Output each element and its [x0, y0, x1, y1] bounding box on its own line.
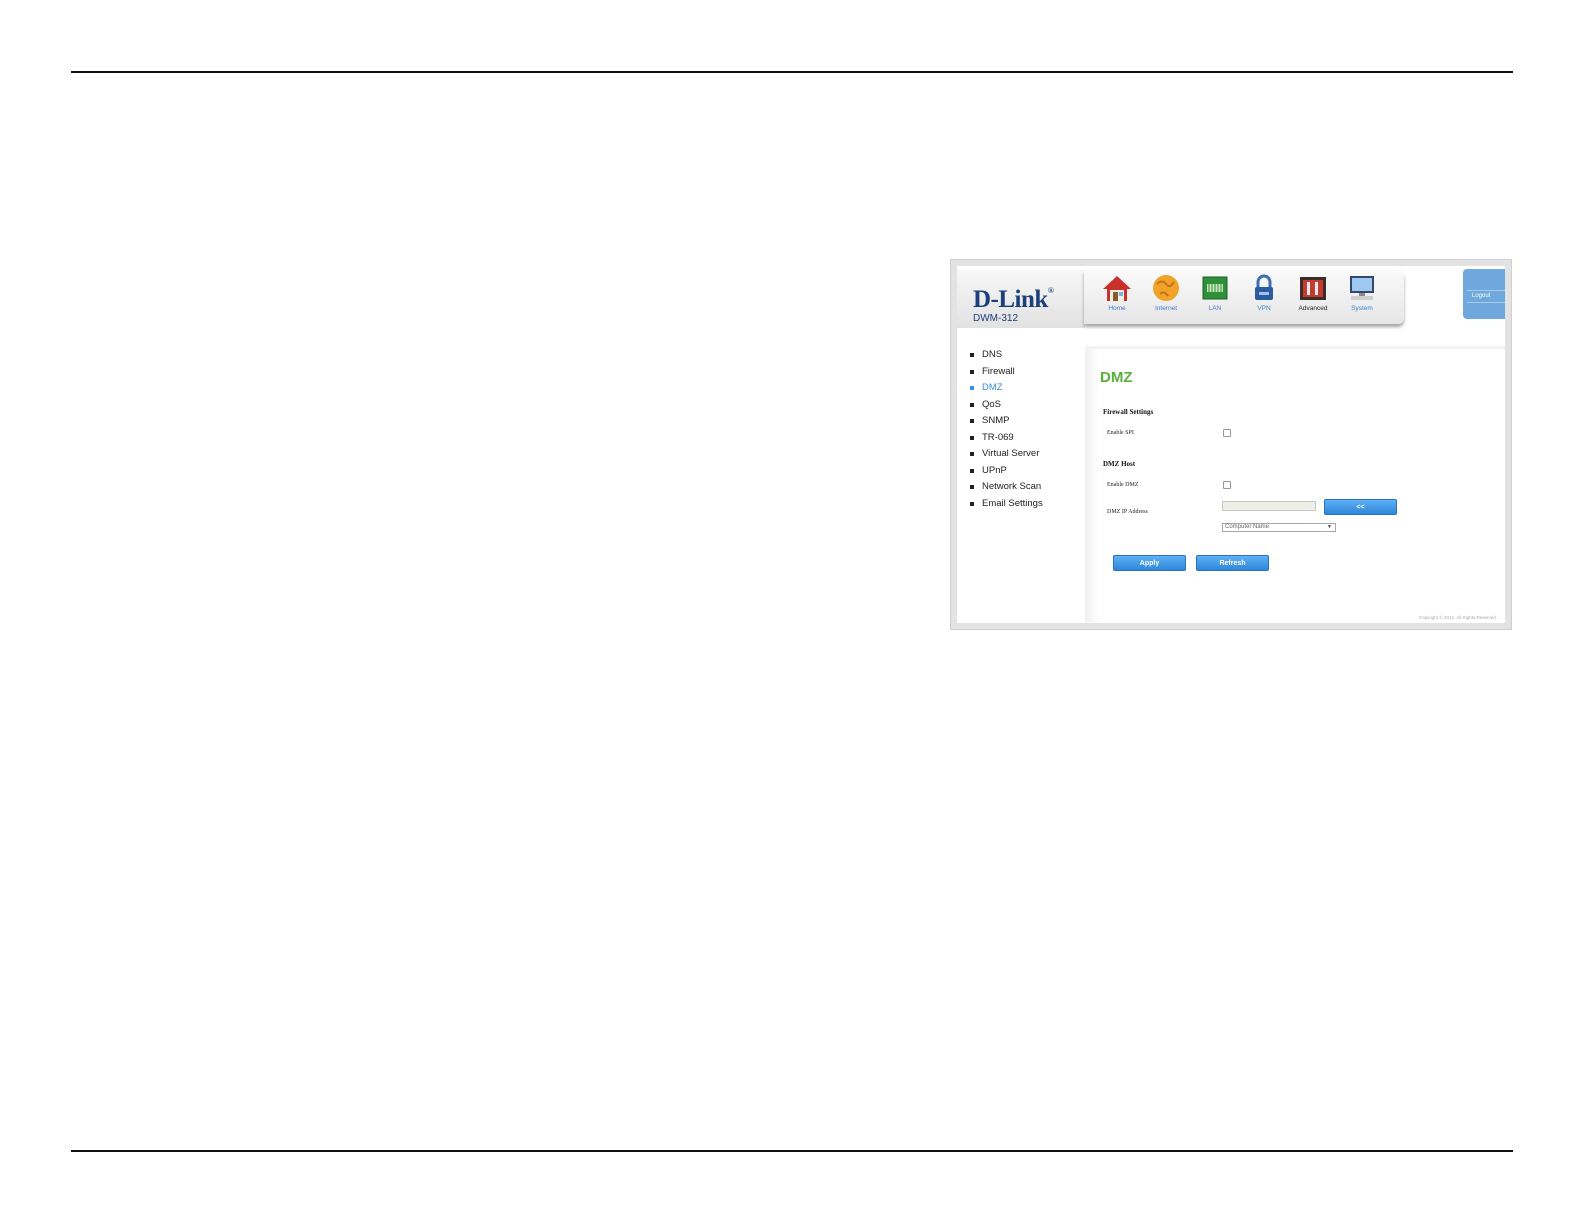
nav-internet[interactable]: Internet — [1143, 274, 1189, 312]
dmz-ip-input[interactable] — [1222, 501, 1316, 511]
sidebar-item-virtual-server[interactable]: Virtual Server — [967, 448, 1043, 465]
dlink-logo: D-Link® — [973, 286, 1054, 313]
sidebar-item-snmp[interactable]: SNMP — [967, 415, 1043, 432]
sidebar-item-firewall[interactable]: Firewall — [967, 366, 1043, 383]
toolbox-icon — [1300, 277, 1326, 300]
copyright-text: Copyright © 2012. All Rights Reserved. — [1418, 615, 1497, 620]
dmz-host-heading: DMZ Host — [1103, 460, 1136, 468]
firewall-settings-heading: Firewall Settings — [1103, 408, 1154, 416]
dmz-ip-label: DMZ IP Address — [1107, 509, 1148, 515]
dropdown-arrow-icon: ▼ — [1327, 524, 1332, 530]
enable-spi-label: Enable SPI — [1107, 430, 1134, 436]
refresh-button[interactable]: Refresh — [1196, 555, 1269, 571]
nav-lan[interactable]: LAN — [1192, 274, 1238, 312]
sidebar-item-email-settings[interactable]: Email Settings — [967, 498, 1043, 515]
top-rule — [71, 71, 1513, 73]
sidebar-item-upnp[interactable]: UPnP — [967, 465, 1043, 482]
page-title: DMZ — [1100, 369, 1133, 386]
copy-ip-button[interactable]: << — [1324, 499, 1397, 515]
home-icon — [1103, 276, 1131, 301]
sidebar-item-dmz[interactable]: DMZ — [967, 382, 1043, 399]
router-screenshot: D-Link® DWM-312 Home Internet LAN VPN Ad… — [950, 259, 1512, 630]
nav-advanced[interactable]: Advanced — [1290, 274, 1336, 312]
apply-button[interactable]: Apply — [1113, 555, 1186, 571]
logo-panel: D-Link® DWM-312 — [957, 270, 1085, 328]
lock-icon — [1255, 274, 1273, 300]
sidebar-item-network-scan[interactable]: Network Scan — [967, 481, 1043, 498]
enable-dmz-checkbox[interactable] — [1223, 481, 1231, 489]
enable-spi-checkbox[interactable] — [1223, 429, 1231, 437]
logout-label: Logout — [1472, 293, 1491, 299]
sidebar-item-tr069[interactable]: TR-069 — [967, 432, 1043, 449]
globe-icon — [1153, 275, 1179, 301]
computer-name-value: Computer Name — [1225, 524, 1270, 530]
logout-divider — [1467, 302, 1505, 303]
nav-home[interactable]: Home — [1094, 274, 1140, 312]
sidebar-menu: DNS Firewall DMZ QoS SNMP TR-069 Virtual… — [967, 349, 1043, 514]
lan-icon — [1202, 276, 1228, 300]
sidebar-item-qos[interactable]: QoS — [967, 399, 1043, 416]
enable-dmz-label: Enable DMZ — [1107, 482, 1139, 488]
model-name: DWM-312 — [973, 313, 1019, 324]
bottom-rule — [71, 1150, 1513, 1152]
content-panel: DMZ Firewall Settings Enable SPI DMZ Hos… — [1085, 346, 1505, 623]
top-nav: Home Internet LAN VPN Advanced System — [1084, 270, 1404, 324]
nav-vpn[interactable]: VPN — [1241, 274, 1287, 312]
computer-name-select[interactable]: Computer Name ▼ — [1222, 523, 1336, 532]
router-page: D-Link® DWM-312 Home Internet LAN VPN Ad… — [957, 266, 1505, 623]
nav-system[interactable]: System — [1339, 274, 1385, 312]
logout-divider — [1467, 290, 1505, 291]
logout-tab[interactable]: Logout — [1463, 269, 1505, 319]
sidebar-item-dns[interactable]: DNS — [967, 349, 1043, 366]
monitor-icon — [1350, 276, 1374, 300]
